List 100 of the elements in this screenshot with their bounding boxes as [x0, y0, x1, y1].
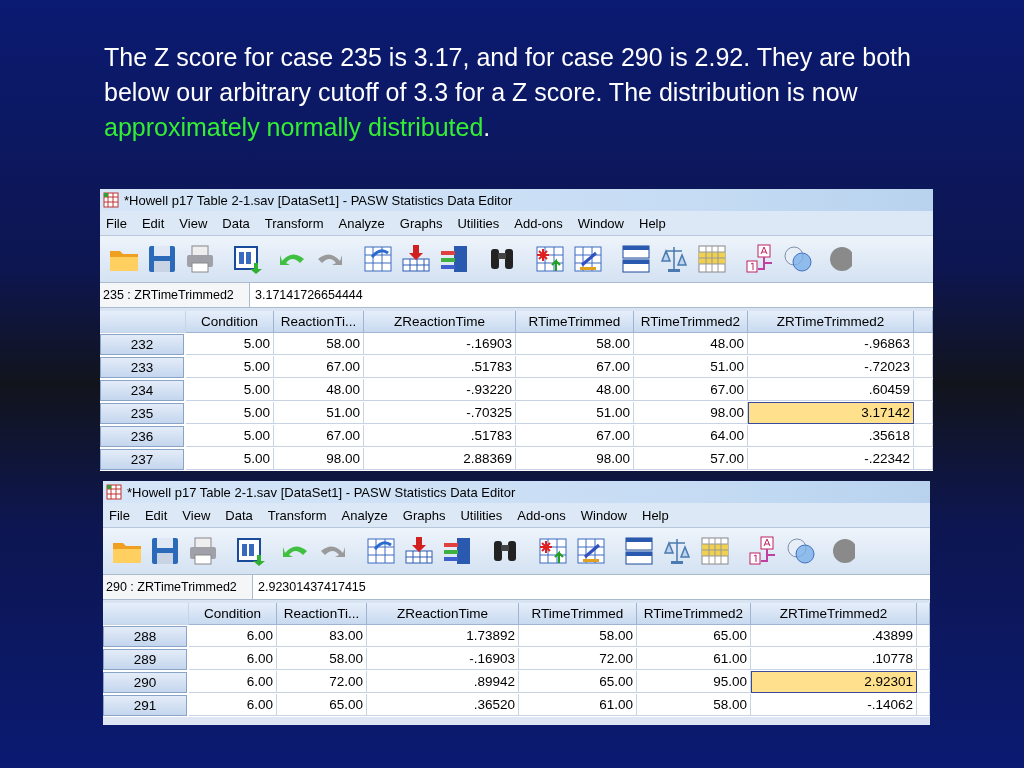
row-header[interactable]: 290 [103, 672, 187, 693]
table-cell[interactable]: 48.00 [634, 333, 748, 355]
table-cell[interactable]: .36520 [367, 694, 519, 716]
menu-item[interactable]: Data [218, 215, 256, 231]
table-cell[interactable]: 65.00 [637, 625, 751, 647]
menu-item[interactable]: View [178, 507, 217, 523]
row-header[interactable]: 289 [103, 649, 187, 670]
split-table-icon[interactable] [620, 243, 652, 275]
table-cell[interactable]: 98.00 [516, 448, 634, 470]
table-star-icon[interactable] [534, 243, 566, 275]
window-arrow-icon[interactable] [232, 243, 264, 275]
column-header[interactable]: RTimeTrimmed2 [634, 311, 748, 333]
table-cell[interactable]: 5.00 [186, 425, 274, 447]
menu-item[interactable]: Graphs [395, 215, 449, 231]
table-cell[interactable]: .51783 [364, 425, 516, 447]
table-cell[interactable]: 64.00 [634, 425, 748, 447]
row-header[interactable]: 288 [103, 626, 187, 647]
table-cell[interactable]: 6.00 [189, 694, 277, 716]
window-arrow-icon[interactable] [235, 535, 267, 567]
column-header[interactable]: Condition [186, 311, 274, 333]
table-cell[interactable]: 58.00 [516, 333, 634, 355]
table-cell[interactable]: .51783 [364, 356, 516, 378]
table-cell[interactable]: 58.00 [277, 648, 367, 670]
menu-item[interactable]: Window [576, 507, 633, 523]
table-cell[interactable]: -.16903 [367, 648, 519, 670]
printer-icon[interactable] [184, 243, 216, 275]
table-cell[interactable]: 1.73892 [367, 625, 519, 647]
menu-item[interactable]: Help [635, 215, 672, 231]
table-cell[interactable]: 67.00 [274, 356, 364, 378]
table-cell[interactable]: 5.00 [186, 448, 274, 470]
circles-icon[interactable] [782, 243, 814, 275]
circles-icon[interactable] [785, 535, 817, 567]
table-check-icon[interactable] [572, 243, 604, 275]
table-cell[interactable]: .89942 [367, 671, 519, 693]
menu-item[interactable]: Transform [260, 215, 330, 231]
table-cell[interactable]: 67.00 [274, 425, 364, 447]
menu-item[interactable]: Window [573, 215, 630, 231]
table-check-icon[interactable] [575, 535, 607, 567]
row-header[interactable]: 233 [100, 357, 184, 378]
table-cell[interactable]: 67.00 [516, 425, 634, 447]
column-header[interactable]: ZReactionTime [367, 603, 519, 625]
column-header[interactable]: RTimeTrimmed2 [637, 603, 751, 625]
table-cell[interactable]: -.16903 [364, 333, 516, 355]
column-header[interactable]: ZReactionTime [364, 311, 516, 333]
row-header[interactable]: 235 [100, 403, 184, 424]
menu-item[interactable]: Add-ons [513, 507, 572, 523]
column-header[interactable]: RTimeTrimmed [519, 603, 637, 625]
table-cell[interactable]: 67.00 [634, 379, 748, 401]
table-cell[interactable]: 5.00 [186, 379, 274, 401]
table-cell[interactable]: 51.00 [516, 402, 634, 424]
save-icon[interactable] [149, 535, 181, 567]
table-cell[interactable]: 61.00 [637, 648, 751, 670]
table-cell[interactable]: 3.17142 [748, 402, 914, 424]
table-cell[interactable]: 65.00 [519, 671, 637, 693]
column-header[interactable]: ZRTimeTrimmed2 [751, 603, 917, 625]
table-cell[interactable]: 98.00 [274, 448, 364, 470]
menu-item[interactable]: Utilities [456, 507, 509, 523]
menu-item[interactable]: Analyze [337, 507, 394, 523]
table-cell[interactable]: 5.00 [186, 333, 274, 355]
table-cell[interactable]: 48.00 [274, 379, 364, 401]
table-cell[interactable]: 57.00 [634, 448, 748, 470]
table-cell[interactable]: 51.00 [274, 402, 364, 424]
printer-icon[interactable] [187, 535, 219, 567]
row-header[interactable]: 232 [100, 334, 184, 355]
row-header[interactable]: 291 [103, 695, 187, 716]
table-cell[interactable]: -.93220 [364, 379, 516, 401]
menu-item[interactable]: Data [221, 507, 259, 523]
save-icon[interactable] [146, 243, 178, 275]
menu-item[interactable]: Edit [137, 215, 171, 231]
table-cell[interactable]: 58.00 [274, 333, 364, 355]
column-header[interactable]: Condition [189, 603, 277, 625]
table-grid-icon[interactable] [699, 535, 731, 567]
table-cell[interactable]: 72.00 [277, 671, 367, 693]
menu-item[interactable]: Help [638, 507, 675, 523]
table-cell[interactable]: 5.00 [186, 356, 274, 378]
menu-item[interactable]: Edit [140, 507, 174, 523]
menu-item[interactable]: File [102, 215, 133, 231]
table-cell[interactable]: 2.88369 [364, 448, 516, 470]
column-header[interactable]: RTimeTrimmed [516, 311, 634, 333]
table-cell[interactable]: 58.00 [637, 694, 751, 716]
column-header[interactable]: ReactionTi... [274, 311, 364, 333]
split-table-icon[interactable] [623, 535, 655, 567]
row-header[interactable]: 237 [100, 449, 184, 470]
row-header[interactable]: 234 [100, 380, 184, 401]
cell-editor-field[interactable]: 2.92301437417415 [253, 575, 930, 599]
table-cell[interactable]: 2.92301 [751, 671, 917, 693]
table-cell[interactable]: 72.00 [519, 648, 637, 670]
menu-item[interactable]: Analyze [334, 215, 391, 231]
table-arrow-icon[interactable] [362, 243, 394, 275]
insert-variable-icon[interactable] [438, 243, 470, 275]
column-header[interactable]: ZRTimeTrimmed2 [748, 311, 914, 333]
menu-item[interactable]: Graphs [398, 507, 452, 523]
table-cell[interactable]: 61.00 [519, 694, 637, 716]
table-arrow-icon[interactable] [365, 535, 397, 567]
table-cell[interactable]: 6.00 [189, 625, 277, 647]
table-star-icon[interactable] [537, 535, 569, 567]
insert-cases-icon[interactable] [400, 243, 432, 275]
table-grid-icon[interactable] [696, 243, 728, 275]
table-cell[interactable]: 6.00 [189, 671, 277, 693]
table-cell[interactable]: 58.00 [519, 625, 637, 647]
